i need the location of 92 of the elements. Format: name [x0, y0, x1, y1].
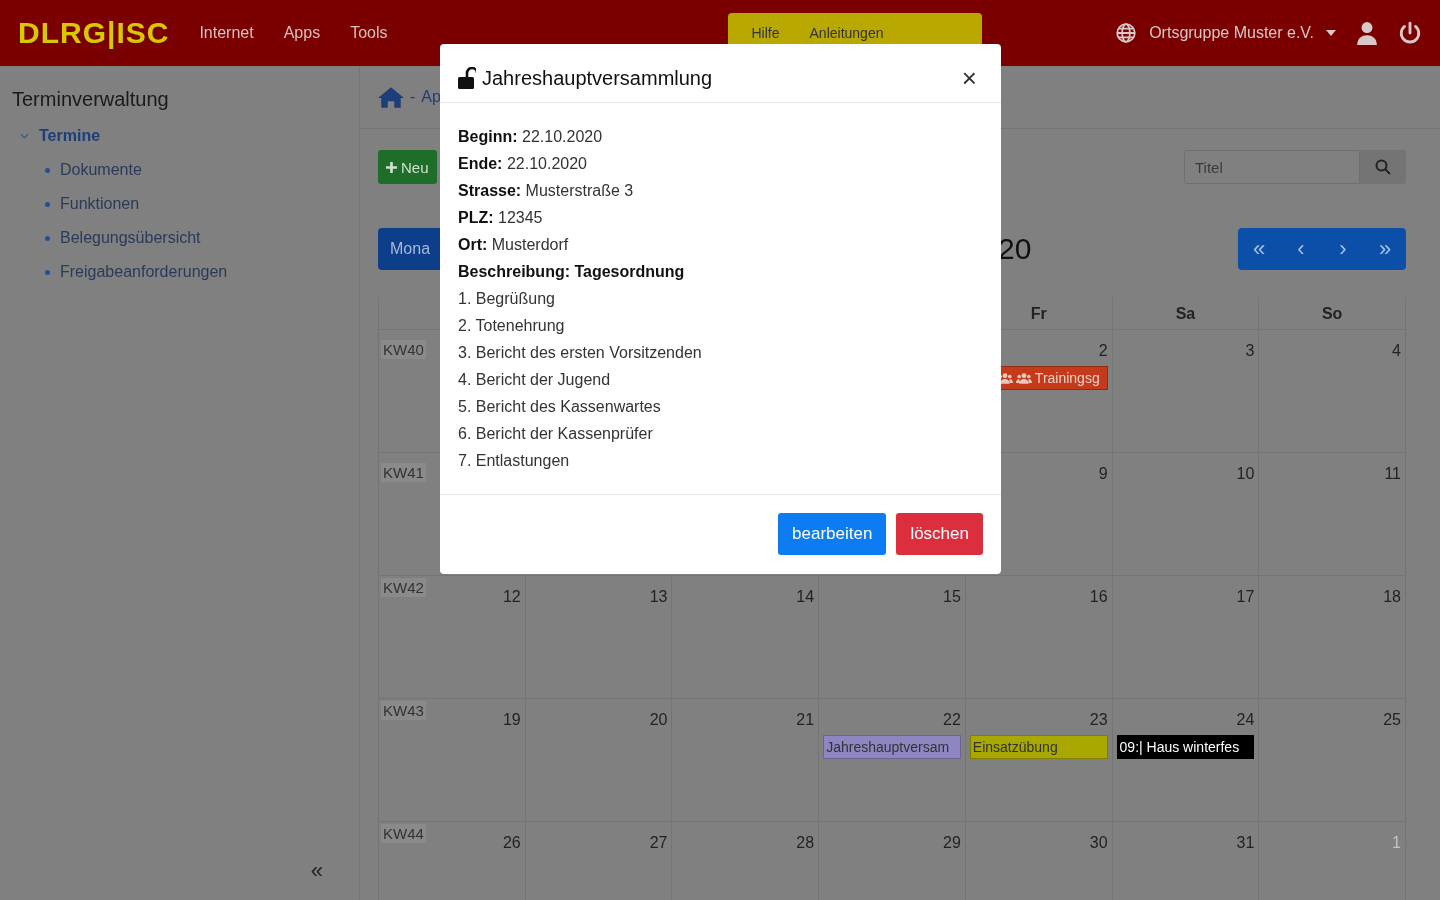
day-number: 30 — [1089, 834, 1108, 852]
dialog-title: Jahreshauptversammlung — [482, 66, 713, 90]
detail-line: Strasse: Musterstraße 3 — [458, 181, 635, 201]
weekday-header: So — [1259, 297, 1406, 330]
unlocked-lock-icon — [458, 67, 476, 89]
search-button[interactable] — [1360, 150, 1406, 184]
globe-icon — [1115, 22, 1138, 44]
search-field[interactable]: Titel — [1184, 150, 1360, 184]
detail-line: PLZ: 12345 — [458, 208, 544, 228]
breadcrumb-link[interactable]: Ap — [421, 88, 441, 106]
search-icon — [1375, 159, 1391, 175]
day-number: 31 — [1236, 834, 1255, 852]
day-number: 29 — [943, 834, 961, 852]
day-number: 23 — [1089, 711, 1108, 729]
day-number: 12 — [502, 588, 521, 606]
power-icon[interactable] — [1398, 21, 1422, 45]
guides-link[interactable]: Anleitungen — [809, 25, 884, 41]
calendar-title: 20 — [998, 232, 1032, 266]
day-number: 27 — [649, 834, 668, 852]
day-number: 17 — [1236, 588, 1255, 606]
day-number: 28 — [796, 834, 815, 852]
month-view-button[interactable]: Mona — [378, 228, 443, 270]
day-number: 24 — [1236, 711, 1255, 729]
week-number: KW43 — [381, 701, 426, 720]
calendar-event[interactable]: 09:| Haus winterfes — [1116, 735, 1255, 759]
day-number: 11 — [1384, 465, 1401, 483]
detail-line: Ende: 22.10.2020 — [458, 154, 588, 174]
day-number: 18 — [1383, 588, 1401, 606]
agenda-item: 1. Begrüßung — [458, 289, 556, 309]
sidebar-item[interactable]: Termine — [39, 127, 101, 145]
day-number: 14 — [796, 588, 815, 606]
day-number: 21 — [796, 711, 815, 729]
sidebar-subitem[interactable]: Belegungsübersicht — [60, 229, 201, 247]
bullet-icon — [45, 235, 50, 241]
day-number: 16 — [1089, 588, 1108, 606]
sidebar-subitem[interactable]: Funktionen — [60, 195, 140, 213]
user-icon[interactable] — [1356, 21, 1378, 45]
agenda-item: 7. Entlastungen — [458, 451, 571, 471]
day-number: 25 — [1383, 711, 1401, 729]
agenda-item: 5. Bericht des Kassenwartes — [458, 397, 662, 417]
nav-link[interactable]: Internet — [199, 24, 254, 42]
caret-icon — [1326, 30, 1336, 36]
detail-line: Ort: Musterdorf — [458, 235, 570, 255]
help-link[interactable]: Hilfe — [751, 25, 780, 41]
week-number: KW42 — [381, 578, 426, 597]
edit-button[interactable]: bearbeiten — [778, 513, 887, 555]
week-number: KW44 — [381, 824, 426, 843]
sidebar-subitem[interactable]: Dokumente — [60, 161, 142, 179]
group-icon — [1015, 372, 1032, 384]
day-number: 26 — [502, 834, 521, 852]
day-number: 4 — [1392, 342, 1401, 360]
delete-button[interactable]: löschen — [896, 513, 983, 555]
new-button[interactable]: Neu — [378, 150, 437, 184]
collapse-sidebar-button[interactable]: « — [310, 858, 323, 884]
weekday-header: Sa — [1112, 297, 1260, 330]
day-number: 13 — [649, 588, 668, 606]
agenda-item: 3. Bericht des ersten Vorsitzenden — [458, 343, 703, 363]
detail-line: Beginn: 22.10.2020 — [458, 127, 604, 147]
calendar-event[interactable]: Jahreshauptversam — [823, 735, 961, 759]
week-number: KW40 — [381, 340, 426, 359]
calendar-nav-button[interactable]: › — [1322, 228, 1364, 270]
bullet-icon — [45, 201, 50, 207]
day-number: 20 — [649, 711, 668, 729]
close-button[interactable]: × — [955, 61, 983, 95]
breadcrumb-separator: - — [410, 88, 416, 106]
plus-icon — [386, 161, 397, 173]
description-heading: Beschreibung: Tagesordnung — [458, 262, 686, 282]
day-number: 19 — [502, 711, 521, 729]
home-icon[interactable] — [378, 86, 404, 108]
calendar-nav-button[interactable]: ‹ — [1280, 228, 1322, 270]
day-number: 10 — [1236, 465, 1255, 483]
calendar-nav-button[interactable]: « — [1238, 228, 1280, 270]
calendar-event[interactable]: Einsatzübung — [969, 735, 1108, 759]
bullet-icon — [45, 167, 50, 173]
day-number: 22 — [943, 711, 961, 729]
day-number: 9 — [1098, 465, 1108, 483]
logo[interactable]: DLRG|ISC — [18, 16, 170, 50]
day-number: 15 — [943, 588, 961, 606]
calendar-nav-button[interactable]: » — [1364, 228, 1406, 270]
sidebar-title: Terminverwaltung — [12, 88, 170, 111]
nav-link[interactable]: Apps — [283, 24, 321, 42]
day-number: 3 — [1245, 342, 1255, 360]
organization-dropdown[interactable]: Ortsgruppe Muster e.V. — [1149, 24, 1314, 42]
agenda-item: 6. Bericht der Kassenprüfer — [458, 424, 654, 444]
sidebar-subitem[interactable]: Freigabeanforderungen — [60, 263, 228, 281]
bullet-icon — [45, 269, 50, 275]
day-number: 1 — [1392, 834, 1401, 852]
day-number: 2 — [1098, 342, 1108, 360]
agenda-item: 2. Totenehrung — [458, 316, 566, 336]
agenda-item: 4. Bericht der Jugend — [458, 370, 612, 390]
week-number: KW41 — [381, 463, 426, 482]
nav-link[interactable]: Tools — [350, 24, 388, 42]
